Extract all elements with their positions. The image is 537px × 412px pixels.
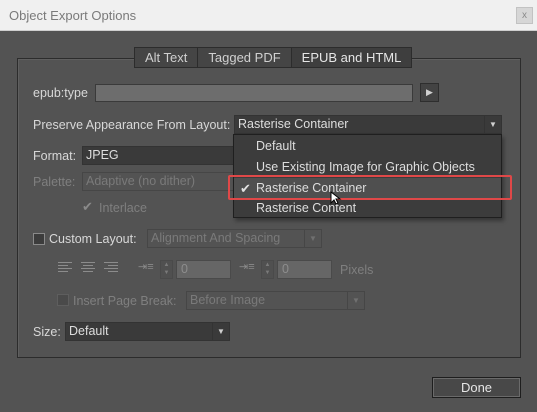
page-break-value: Before Image (190, 293, 266, 307)
interlace-checkbox[interactable]: ✔ (82, 200, 95, 213)
chevron-down-icon: ▼ (484, 116, 501, 133)
page-break-select[interactable]: Before Image ▼ (186, 291, 365, 310)
space-before-stepper[interactable]: ▲ ▼ (160, 260, 173, 279)
space-before-icon: ⇥≡ (138, 261, 154, 273)
size-select[interactable]: Default ▼ (65, 322, 230, 341)
chevron-down-icon: ▼ (212, 323, 229, 340)
chevron-down-icon: ▼ (347, 292, 364, 309)
close-button[interactable]: x (516, 7, 533, 24)
space-after-stepper[interactable]: ▲ ▼ (261, 260, 274, 279)
format-select[interactable]: JPEG (82, 146, 234, 165)
custom-layout-label: Custom Layout: (49, 232, 137, 246)
preserve-appearance-label: Preserve Appearance From Layout: (33, 118, 231, 132)
checkmark-icon: ✔ (82, 199, 93, 214)
custom-layout-checkbox[interactable] (33, 233, 45, 245)
window-title: Object Export Options (9, 8, 137, 23)
chevron-down-icon: ▼ (304, 230, 321, 247)
custom-layout-select[interactable]: Alignment And Spacing ▼ (147, 229, 322, 248)
space-after-input[interactable]: 0 (277, 260, 332, 279)
tab-epub-html[interactable]: EPUB and HTML (291, 48, 412, 67)
epub-type-menu-button[interactable]: ▶ (420, 83, 439, 102)
tab-bar: Alt Text Tagged PDF EPUB and HTML (134, 47, 413, 68)
align-center-icon[interactable] (81, 262, 97, 276)
size-value: Default (69, 324, 109, 338)
tab-alt-text[interactable]: Alt Text (135, 48, 199, 67)
interlace-label: Interlace (99, 201, 147, 215)
page-break-checkbox[interactable] (57, 294, 69, 306)
format-value: JPEG (86, 148, 119, 162)
preserve-appearance-select[interactable]: Rasterise Container ▼ (234, 115, 502, 134)
tab-tagged-pdf[interactable]: Tagged PDF (198, 48, 292, 67)
format-label: Format: (33, 149, 77, 163)
dropdown-option-default[interactable]: Default (234, 136, 501, 157)
epub-type-label: epub:type (33, 86, 88, 100)
highlight-box (228, 175, 512, 200)
spacing-unit-label: Pixels (340, 263, 374, 277)
page-break-label: Insert Page Break: (73, 294, 177, 308)
palette-select[interactable]: Adaptive (no dither) (82, 172, 234, 191)
preserve-appearance-value: Rasterise Container (238, 117, 349, 131)
align-right-icon[interactable] (104, 262, 120, 276)
size-label: Size: (33, 325, 61, 339)
mouse-cursor-icon (330, 191, 342, 205)
space-before-input[interactable]: 0 (176, 260, 231, 279)
space-after-icon: ⇥≡ (239, 261, 255, 273)
palette-value: Adaptive (no dither) (86, 174, 196, 188)
align-left-icon[interactable] (58, 262, 74, 276)
epub-type-input[interactable] (95, 84, 413, 102)
play-arrow-icon: ▶ (426, 87, 433, 97)
custom-layout-value: Alignment And Spacing (151, 231, 281, 245)
dropdown-option-rasterise-content[interactable]: Rasterise Content (234, 199, 501, 218)
palette-label: Palette: (33, 175, 76, 189)
done-button[interactable]: Done (432, 377, 521, 398)
